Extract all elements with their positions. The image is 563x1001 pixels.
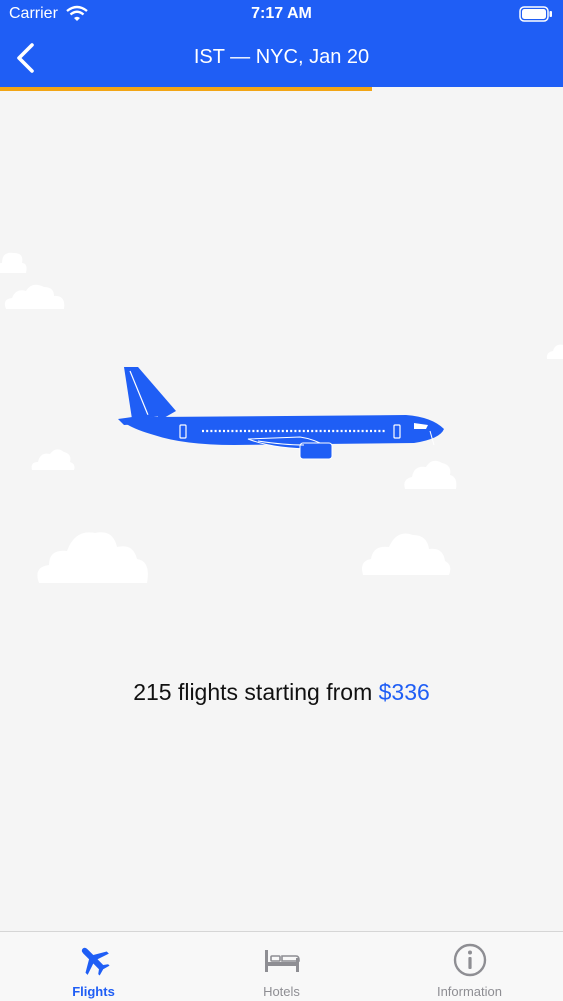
flights-summary: 215 flights starting from $336 (0, 679, 563, 706)
tab-flights[interactable]: Flights (0, 932, 187, 1001)
cloud-icon (4, 284, 65, 309)
status-time: 7:17 AM (251, 5, 312, 22)
flight-search-animation (0, 91, 563, 931)
bed-icon (188, 942, 375, 978)
tab-bar: Flights Hotels Information (0, 931, 563, 1001)
cloud-icon (362, 533, 451, 575)
summary-text: 215 flights starting from (133, 679, 379, 705)
airplane-icon (0, 942, 187, 978)
tab-label: Hotels (263, 984, 300, 999)
info-icon (376, 942, 563, 978)
status-bar: Carrier 7:17 AM (0, 0, 563, 30)
cloud-icon (546, 344, 563, 359)
navigation-header: Carrier 7:17 AM IST — NYC, Jan 20 (0, 0, 563, 87)
tab-hotels[interactable]: Hotels (188, 932, 375, 1001)
page-title: IST — NYC, Jan 20 (193, 46, 370, 68)
cloud-icon (37, 532, 148, 583)
lowest-price: $336 (378, 679, 430, 705)
cloud-icon (0, 252, 27, 273)
battery-icon (519, 6, 553, 27)
tab-label: Information (436, 984, 503, 999)
cloud-icon (31, 449, 75, 470)
airplane-illustration (118, 367, 444, 460)
tab-label: Flights (72, 984, 115, 999)
tab-information[interactable]: Information (376, 932, 563, 1001)
